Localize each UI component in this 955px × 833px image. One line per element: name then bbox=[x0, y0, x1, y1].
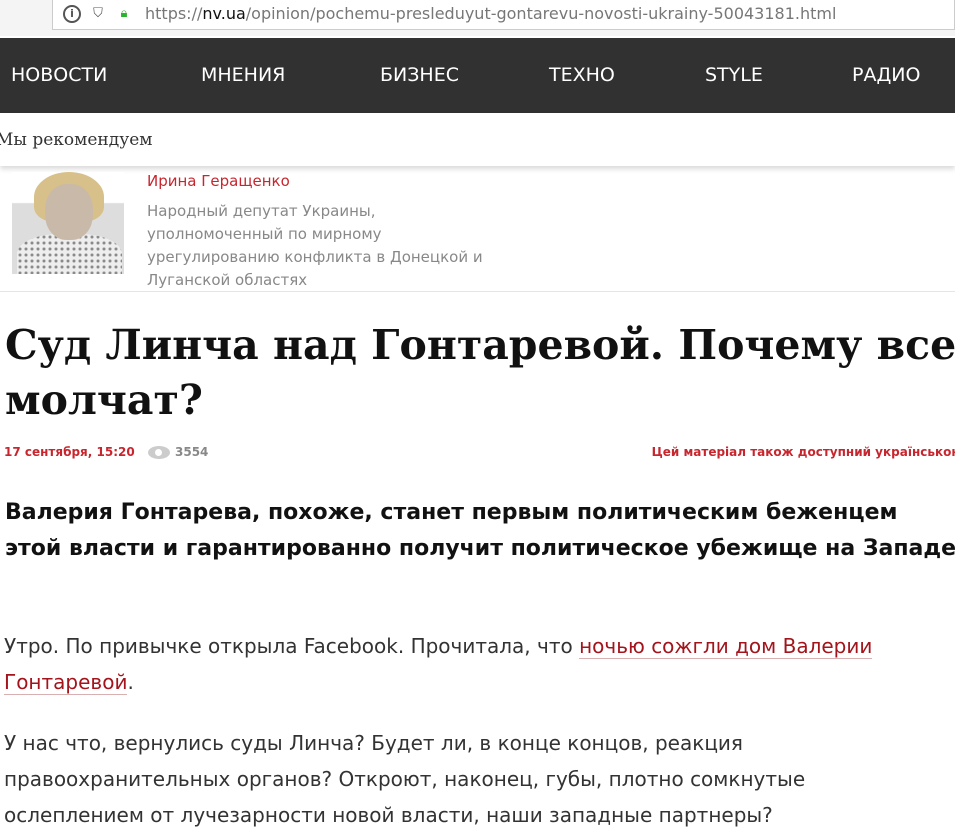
address-bar[interactable]: i ⛉ 🔒︎ https://nv.ua/opinion/pochemu-pre… bbox=[52, 0, 955, 30]
nav-tech[interactable]: ТЕХНО bbox=[549, 64, 615, 86]
author-name[interactable]: Ирина Геращенко bbox=[147, 172, 290, 190]
shield-icon[interactable]: ⛉ bbox=[89, 5, 107, 23]
eye-icon bbox=[148, 445, 170, 459]
nav-radio[interactable]: РАДИО bbox=[852, 64, 920, 86]
info-icon[interactable]: i bbox=[63, 4, 81, 23]
nav-business[interactable]: БИЗНЕС bbox=[380, 64, 459, 86]
browser-toolbar: i ⛉ 🔒︎ https://nv.ua/opinion/pochemu-pre… bbox=[0, 0, 955, 36]
paragraph-1: Утро. По привычке открыла Facebook. Проч… bbox=[4, 634, 873, 695]
divider bbox=[0, 291, 955, 292]
nav-style[interactable]: STYLE bbox=[705, 64, 763, 86]
author-photo[interactable] bbox=[12, 172, 124, 274]
nav-news[interactable]: НОВОСТИ bbox=[11, 64, 107, 86]
views-value: 3554 bbox=[175, 445, 209, 459]
article-date: 17 сентября, 15:20 bbox=[4, 445, 135, 459]
author-description: Народный депутат Украины, уполномоченный… bbox=[147, 202, 483, 289]
recommend-bar[interactable]: Мы рекомендуем bbox=[0, 113, 955, 166]
nav-opinions[interactable]: МНЕНИЯ bbox=[201, 64, 285, 86]
url-text[interactable]: https://nv.ua/opinion/pochemu-presleduyu… bbox=[145, 4, 836, 23]
main-nav: НОВОСТИ МНЕНИЯ БИЗНЕС ТЕХНО STYLE РАДИО bbox=[0, 38, 955, 113]
paragraph-2: У нас что, вернулись суды Линча? Будет л… bbox=[4, 731, 806, 827]
ukrainian-version-link[interactable]: Цей матеріал також доступний українською bbox=[652, 445, 955, 459]
article-title: Суд Линча над Гонтаревой. Почему все мол… bbox=[5, 321, 955, 424]
lock-icon: 🔒︎ bbox=[120, 6, 128, 21]
article-lead: Валерия Гонтарева, похоже, станет первым… bbox=[5, 500, 955, 561]
view-count: 3554 bbox=[148, 445, 208, 459]
